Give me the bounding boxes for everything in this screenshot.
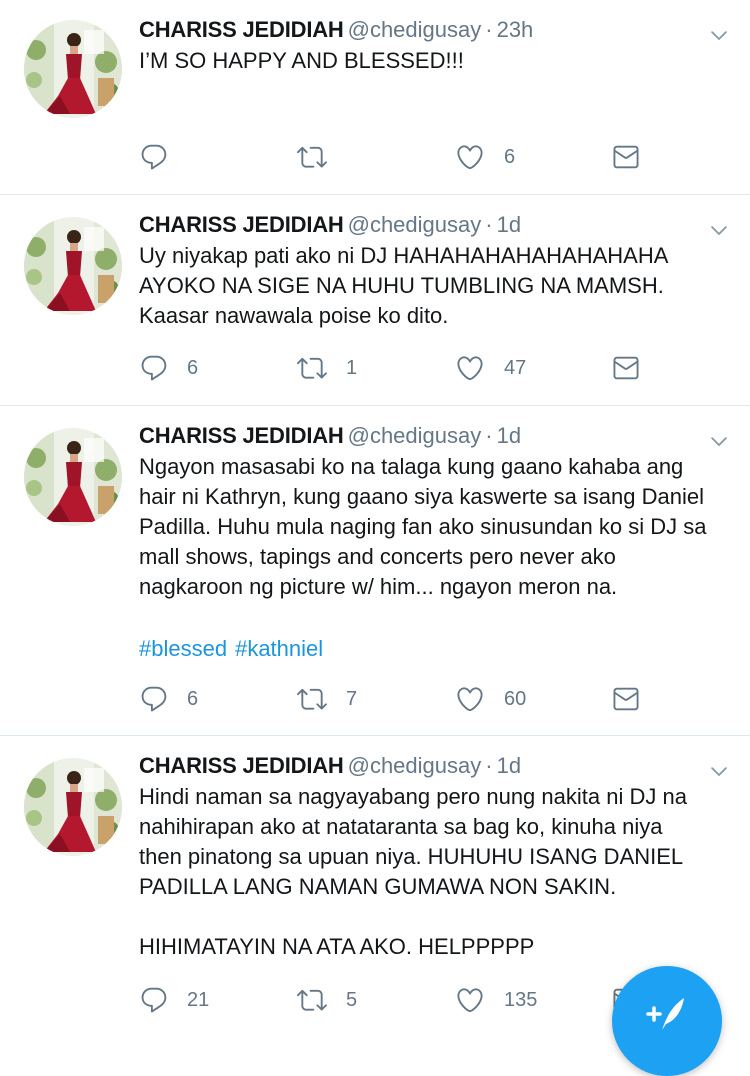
reply-icon (139, 142, 169, 172)
reply-icon (139, 985, 169, 1015)
tweet-header: CHARISS JEDIDIAH @chedigusay · 1d (139, 211, 521, 239)
avatar[interactable] (24, 217, 122, 315)
display-name[interactable]: CHARISS JEDIDIAH (139, 212, 344, 237)
hashtag-row: #blessed #kathniel (139, 634, 331, 664)
timestamp[interactable]: 1d (497, 753, 521, 778)
reply-count: 21 (187, 988, 210, 1011)
dm-button[interactable] (610, 142, 642, 172)
username[interactable]: @chedigusay (348, 753, 482, 778)
separator: · (485, 753, 493, 778)
chevron-down-icon[interactable] (708, 219, 730, 241)
tweet-text: I’M SO HAPPY AND BLESSED!!! (139, 48, 464, 73)
separator: · (485, 212, 493, 237)
dm-button[interactable] (610, 353, 642, 383)
display-name[interactable]: CHARISS JEDIDIAH (139, 753, 344, 778)
tweet[interactable]: CHARISS JEDIDIAH @chedigusay · 23h I’M SO H… (0, 0, 750, 195)
timestamp[interactable]: 23h (497, 17, 534, 42)
chevron-down-icon[interactable] (708, 430, 730, 452)
avatar[interactable] (24, 428, 122, 526)
reply-button[interactable]: 6 (139, 353, 198, 383)
dm-button[interactable] (610, 684, 642, 714)
like-button[interactable]: 135 (454, 985, 537, 1015)
retweet-button[interactable]: 7 (296, 684, 357, 714)
like-count: 60 (504, 687, 527, 710)
heart-icon (454, 985, 486, 1015)
heart-icon (454, 142, 486, 172)
reply-button[interactable]: 21 (139, 985, 209, 1015)
reply-count: 6 (187, 356, 199, 379)
tweet-text: Ngayon masasabi ko na talaga kung gaano … (139, 454, 707, 599)
like-button[interactable]: 6 (454, 142, 515, 172)
retweet-count: 5 (346, 988, 358, 1011)
reply-count: 6 (187, 687, 199, 710)
envelope-icon (610, 142, 642, 172)
like-button[interactable]: 47 (454, 353, 526, 383)
avatar[interactable] (24, 758, 122, 856)
reply-icon (139, 684, 169, 714)
tweet[interactable]: CHARISS JEDIDIAH @chedigusay · 1d Ngayon ma… (0, 406, 750, 736)
like-count: 135 (504, 988, 538, 1011)
retweet-count: 1 (346, 356, 358, 379)
hashtag-link[interactable]: #kathniel (235, 636, 323, 661)
reply-button[interactable] (139, 142, 187, 172)
username[interactable]: @chedigusay (348, 212, 482, 237)
display-name[interactable]: CHARISS JEDIDIAH (139, 17, 344, 42)
tweet-header: CHARISS JEDIDIAH @chedigusay · 1d (139, 752, 521, 780)
compose-tweet-button[interactable] (612, 966, 722, 1076)
tweet-actions: 21 5 135 (139, 985, 659, 1015)
chevron-down-icon[interactable] (708, 24, 730, 46)
like-count: 47 (504, 356, 527, 379)
tweet-text: Uy niyakap pati ako ni DJ HAHAHAHAHAHAHA… (139, 243, 669, 328)
like-count: 6 (504, 145, 516, 168)
chevron-down-icon[interactable] (708, 760, 730, 782)
tweet-header: CHARISS JEDIDIAH @chedigusay · 1d (139, 422, 521, 450)
reply-icon (139, 353, 169, 383)
tweet-actions: 6 1 47 (139, 353, 659, 383)
tweet-actions: 6 7 60 (139, 684, 659, 714)
retweet-icon (296, 684, 328, 714)
retweet-icon (296, 142, 328, 172)
envelope-icon (610, 353, 642, 383)
tweet-actions: 6 (139, 142, 659, 172)
retweet-icon (296, 985, 328, 1015)
retweet-count: 7 (346, 687, 358, 710)
like-button[interactable]: 60 (454, 684, 526, 714)
retweet-button[interactable]: 1 (296, 353, 357, 383)
tweet-text: Hindi naman sa nagyayabang pero nung nak… (139, 784, 687, 959)
heart-icon (454, 684, 486, 714)
avatar[interactable] (24, 20, 122, 118)
heart-icon (454, 353, 486, 383)
envelope-icon (610, 684, 642, 714)
separator: · (485, 423, 493, 448)
separator: · (485, 17, 493, 42)
timestamp[interactable]: 1d (497, 423, 521, 448)
tweet[interactable]: CHARISS JEDIDIAH @chedigusay · 1d Uy niyaka… (0, 195, 750, 406)
hashtag-link[interactable]: #blessed (139, 636, 227, 661)
tweet-header: CHARISS JEDIDIAH @chedigusay · 23h (139, 16, 533, 44)
display-name[interactable]: CHARISS JEDIDIAH (139, 423, 344, 448)
retweet-icon (296, 353, 328, 383)
username[interactable]: @chedigusay (348, 423, 482, 448)
retweet-button[interactable]: 5 (296, 985, 357, 1015)
username[interactable]: @chedigusay (348, 17, 482, 42)
compose-tweet-icon (646, 998, 684, 1030)
reply-button[interactable]: 6 (139, 684, 198, 714)
retweet-button[interactable] (296, 142, 346, 172)
timestamp[interactable]: 1d (497, 212, 521, 237)
